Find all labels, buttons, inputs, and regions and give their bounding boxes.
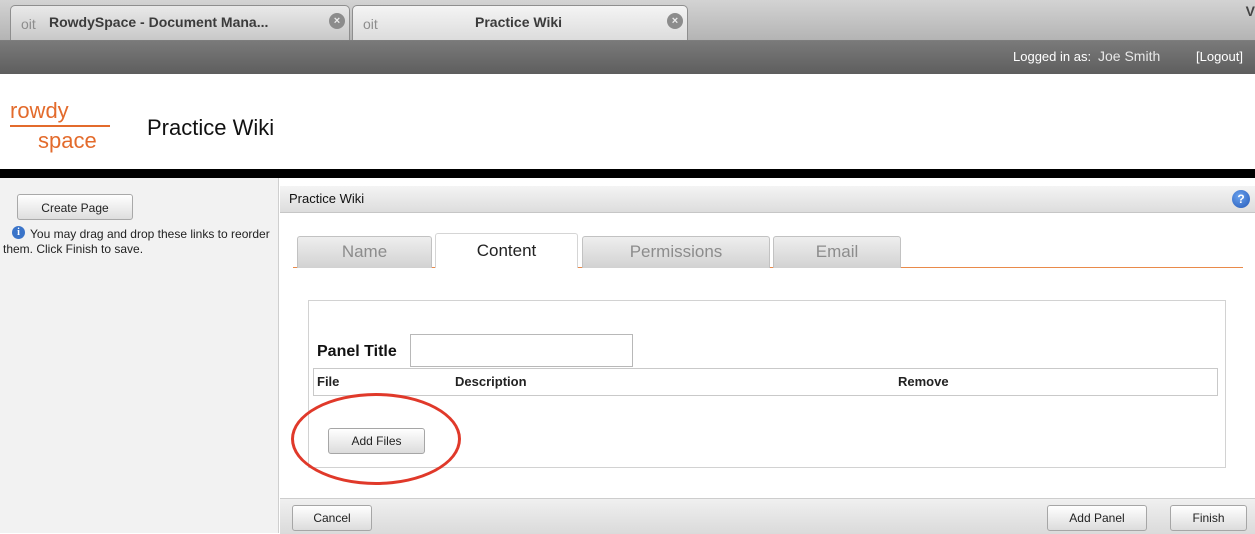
create-page-button[interactable]: Create Page: [17, 194, 133, 220]
column-header-remove: Remove: [898, 374, 949, 389]
help-icon[interactable]: ?: [1232, 190, 1250, 208]
info-icon: i: [12, 226, 25, 239]
highlight-circle-annotation: [291, 393, 461, 485]
finish-button[interactable]: Finish: [1170, 505, 1247, 531]
tab-name[interactable]: Name: [297, 236, 432, 268]
logout-link[interactable]: [Logout]: [1196, 49, 1243, 64]
close-tab-icon[interactable]: ×: [667, 13, 683, 29]
column-header-file: File: [317, 374, 340, 389]
cancel-button[interactable]: Cancel: [292, 505, 372, 531]
rowdyspace-logo[interactable]: rowdy space: [10, 98, 120, 158]
logo-text-top: rowdy: [10, 98, 69, 123]
browser-tab-title: RowdySpace - Document Mana...: [49, 14, 269, 30]
tab-permissions[interactable]: Permissions: [582, 236, 770, 268]
oit-favicon-icon: oit: [363, 16, 378, 32]
panel-title-input[interactable]: [410, 334, 633, 367]
logo-text-bottom: space: [38, 128, 97, 153]
panel-title-label: Panel Title: [317, 343, 397, 360]
files-table-header: [313, 368, 1218, 396]
breadcrumb: Practice Wiki: [289, 191, 365, 206]
tab-email[interactable]: Email: [773, 236, 901, 268]
main-header-strip: [280, 186, 1255, 213]
sidebar-hint-text: You may drag and drop these links to reo…: [3, 227, 270, 256]
logged-in-label: Logged in as:: [1013, 49, 1092, 64]
user-name: Joe Smith: [1098, 48, 1161, 64]
tab-overflow-edge: V: [1245, 3, 1255, 19]
logo-underline: [10, 125, 110, 127]
header-divider: [0, 169, 1255, 178]
site-title: Practice Wiki: [147, 115, 275, 140]
browser-tab-rowdyspace[interactable]: oit RowdySpace - Document Mana... ×: [10, 5, 350, 40]
browser-tab-practice-wiki[interactable]: oit Practice Wiki ×: [352, 5, 688, 40]
browser-tab-title: Practice Wiki: [475, 14, 563, 30]
column-header-description: Description: [455, 374, 527, 389]
tab-content[interactable]: Content: [435, 233, 578, 268]
oit-favicon-icon: oit: [21, 16, 36, 32]
add-panel-button[interactable]: Add Panel: [1047, 505, 1147, 531]
close-tab-icon[interactable]: ×: [329, 13, 345, 29]
